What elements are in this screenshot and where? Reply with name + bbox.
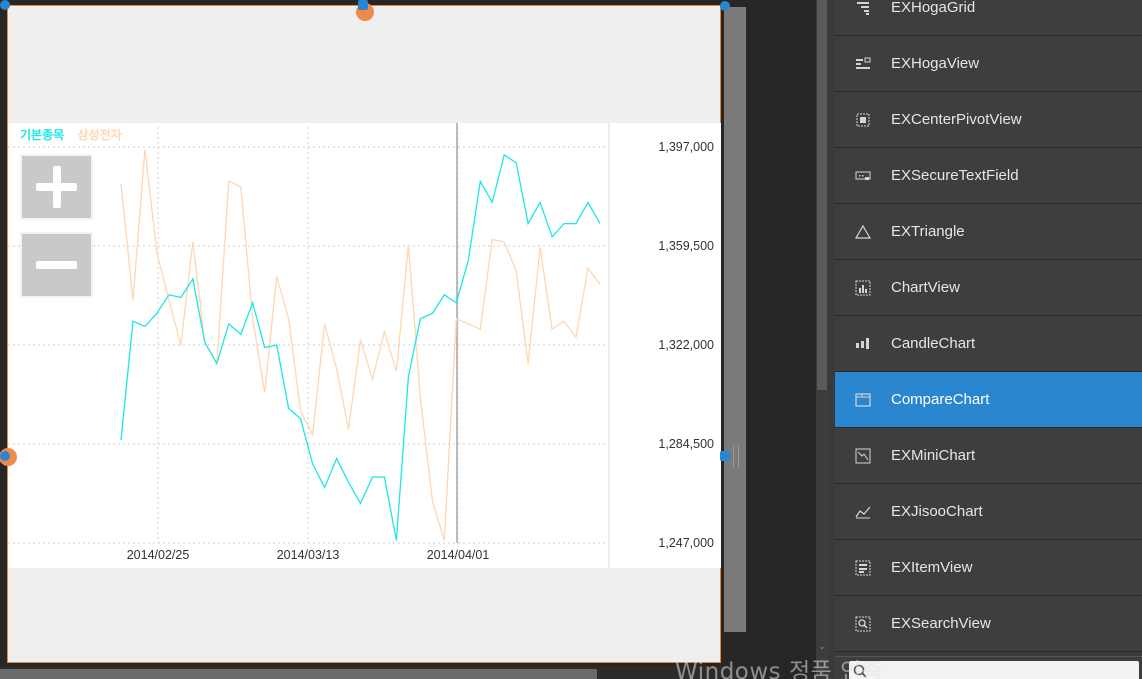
component-item-label: EXSecureTextField (891, 167, 1019, 184)
component-item-label: EXMiniChart (891, 447, 976, 464)
panel-gap (746, 0, 816, 679)
component-item-chartview[interactable]: ChartView (835, 260, 1142, 316)
item-view-icon (835, 560, 891, 576)
resize-handle-left-center[interactable] (0, 451, 10, 461)
component-item-label: EXCenterPivotView (891, 111, 1022, 128)
component-item-label: EXTriangle (891, 223, 965, 240)
component-item-exminichart[interactable]: EXMiniChart (835, 428, 1142, 484)
component-item-exhogagrid[interactable]: EXHogaGrid (835, 0, 1142, 36)
component-item-label: CompareChart (891, 391, 990, 408)
component-item-excenterpivotview[interactable]: EXCenterPivotView (835, 92, 1142, 148)
component-item-exhogaview[interactable]: EXHogaView (835, 36, 1142, 92)
compare-chart-icon (835, 392, 891, 408)
component-item-label: EXHogaGrid (891, 0, 976, 16)
chart-canvas: 1,397,000 1,359,500 1,322,000 1,284,500 1,24… (8, 123, 714, 568)
component-item-exjisoochart[interactable]: EXJisooChart (835, 484, 1142, 540)
y-tick-label: 1,284,500 (658, 437, 714, 451)
component-item-label: CandleChart (891, 335, 976, 352)
splitter-grip[interactable] (733, 446, 739, 468)
legend-base-item: 기본종목 (20, 128, 65, 142)
component-item-label: EXHogaView (891, 55, 980, 72)
component-scrollbar-thumb[interactable] (817, 0, 827, 390)
component-item-exsecuretextfield[interactable]: EXSecureTextField (835, 148, 1142, 204)
mini-chart-icon (835, 448, 891, 464)
chart-view-icon (835, 280, 891, 296)
candle-chart-icon (835, 336, 891, 352)
component-item-label: EXSearchView (891, 615, 991, 632)
horizontal-scrollbar-thumb[interactable] (0, 669, 597, 679)
component-item-exsearchview[interactable]: EXSearchView (835, 596, 1142, 652)
pivot-view-icon (835, 112, 891, 128)
component-item-label: EXItemView (891, 559, 973, 576)
resize-handle-top-right[interactable] (720, 1, 730, 11)
x-tick-label: 2014/03/13 (277, 548, 340, 562)
zoom-in-button[interactable] (20, 154, 93, 220)
series-line (120, 153, 601, 541)
component-item-extriangle[interactable]: EXTriangle (835, 204, 1142, 260)
component-item-exitemview[interactable]: EXItemView (835, 540, 1142, 596)
zoom-out-button[interactable] (20, 232, 93, 298)
y-tick-label: 1,322,000 (658, 338, 714, 352)
legend-compare-item: 삼성전자 (77, 128, 122, 142)
minus-icon (36, 261, 77, 269)
resize-handle-right[interactable] (720, 451, 730, 461)
resize-handle-top-center[interactable] (358, 0, 368, 10)
jisoo-chart-icon (835, 504, 891, 520)
activation-watermark: Windows 정품 인증 (675, 659, 884, 679)
hoga-grid-icon (835, 0, 891, 16)
x-tick-label: 2014/04/01 (427, 548, 490, 562)
component-item-comparechart[interactable]: CompareChart (835, 372, 1142, 428)
component-search-input[interactable] (849, 661, 1139, 679)
compare-chart[interactable]: 1,397,000 1,359,500 1,322,000 1,284,500 1,24… (8, 123, 721, 568)
hoga-view-icon (835, 56, 891, 72)
component-item-label: ChartView (891, 279, 960, 296)
secure-field-icon (835, 168, 891, 184)
search-view-icon (835, 616, 891, 632)
resize-handle-top-left[interactable] (0, 0, 10, 10)
triangle-icon (835, 224, 891, 240)
canvas-side-strip (724, 7, 746, 632)
component-item-label: EXJisooChart (891, 503, 983, 520)
x-tick-label: 2014/02/25 (127, 548, 190, 562)
chart-legend: 기본종목 삼성전자 (20, 126, 132, 143)
component-list: EXHogaGrid EXHogaView EXCenterPivotView EXS… (835, 0, 1142, 652)
y-tick-label: 1,247,000 (658, 536, 714, 550)
component-item-candlechart[interactable]: CandleChart (835, 316, 1142, 372)
y-tick-label: 1,359,500 (658, 239, 714, 253)
y-tick-label: 1,397,000 (658, 140, 714, 154)
